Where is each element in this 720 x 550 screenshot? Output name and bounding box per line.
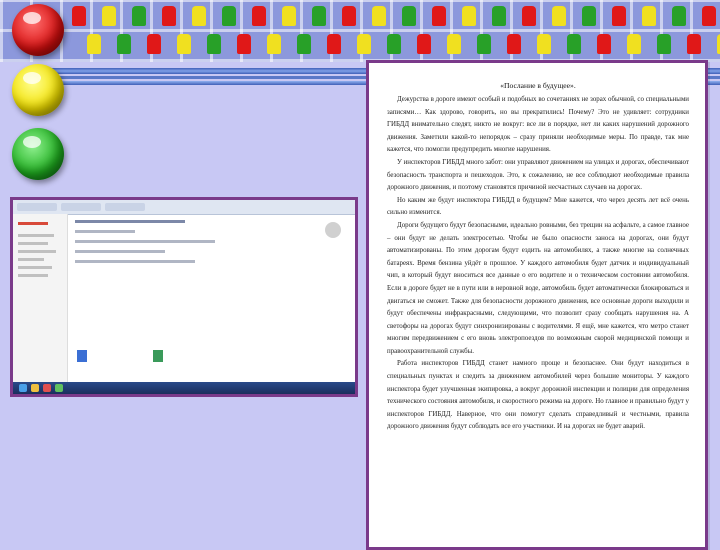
decorative-traffic-tile (432, 6, 446, 26)
decorative-traffic-tile (297, 34, 311, 54)
document-title: «Послание в будущее». (500, 81, 576, 90)
decorative-traffic-tile (462, 6, 476, 26)
decorative-traffic-tile (447, 34, 461, 54)
decorative-traffic-tile (387, 34, 401, 54)
browser-tab-bar (13, 200, 355, 215)
document-paragraph: Дороги будущего будут безопасными, идеал… (387, 221, 689, 355)
document-paragraph: Дежурства в дороге имеют особый и подобн… (387, 96, 689, 154)
decorative-traffic-tile (537, 34, 551, 54)
decorative-traffic-tile (372, 6, 386, 26)
document-paragraph: Работа инспекторов ГИБДД станет намного … (387, 360, 689, 431)
decorative-traffic-tile (102, 6, 116, 26)
document-paragraph: Но каким же будут инспектора ГИБДД в буд… (387, 196, 689, 217)
document-paragraph: У инспекторов ГИБДД много забот: они упр… (387, 158, 689, 192)
mail-sidebar (13, 214, 68, 382)
decorative-traffic-tile (327, 34, 341, 54)
decorative-traffic-tile (237, 34, 251, 54)
decorative-traffic-tile (357, 34, 371, 54)
decorative-traffic-tile (402, 6, 416, 26)
decorative-traffic-tile (642, 6, 656, 26)
decorative-traffic-tile (582, 6, 596, 26)
traffic-light-green-icon (12, 128, 64, 180)
attachment-icon (153, 350, 163, 362)
decorative-traffic-tile (627, 34, 641, 54)
decorative-traffic-tile (672, 6, 686, 26)
decorative-traffic-tile (132, 6, 146, 26)
email-screenshot-image (10, 197, 358, 397)
decorative-traffic-tile (282, 6, 296, 26)
decorative-traffic-tile (417, 34, 431, 54)
decorative-traffic-tile (552, 6, 566, 26)
decorative-traffic-tile (87, 34, 101, 54)
decorative-traffic-tile (207, 34, 221, 54)
decorative-traffic-tile (342, 6, 356, 26)
decorative-top-band (0, 0, 720, 62)
decorative-traffic-tile (222, 6, 236, 26)
taskbar (13, 382, 355, 394)
decorative-traffic-tile (492, 6, 506, 26)
decorative-traffic-tile (612, 6, 626, 26)
decorative-traffic-tile (177, 34, 191, 54)
decorative-traffic-tile (567, 34, 581, 54)
decorative-traffic-tile (192, 6, 206, 26)
avatar (325, 222, 341, 238)
decorative-traffic-tile (252, 6, 266, 26)
document-page: «Послание в будущее». Дежурства в дороге… (366, 60, 708, 550)
decorative-traffic-tile (597, 34, 611, 54)
decorative-traffic-tile (657, 34, 671, 54)
decorative-traffic-tile (72, 6, 86, 26)
decorative-traffic-tile (117, 34, 131, 54)
decorative-traffic-tile (312, 6, 326, 26)
decorative-traffic-tile (477, 34, 491, 54)
decorative-traffic-tile (147, 34, 161, 54)
decorative-traffic-tile (267, 34, 281, 54)
decorative-traffic-tile (162, 6, 176, 26)
traffic-light-yellow-icon (12, 64, 64, 116)
decorative-traffic-tile (702, 6, 716, 26)
traffic-light-red-icon (12, 4, 64, 56)
decorative-traffic-tile (507, 34, 521, 54)
decorative-traffic-tile (687, 34, 701, 54)
decorative-traffic-tile (522, 6, 536, 26)
attachment-icon (77, 350, 87, 362)
